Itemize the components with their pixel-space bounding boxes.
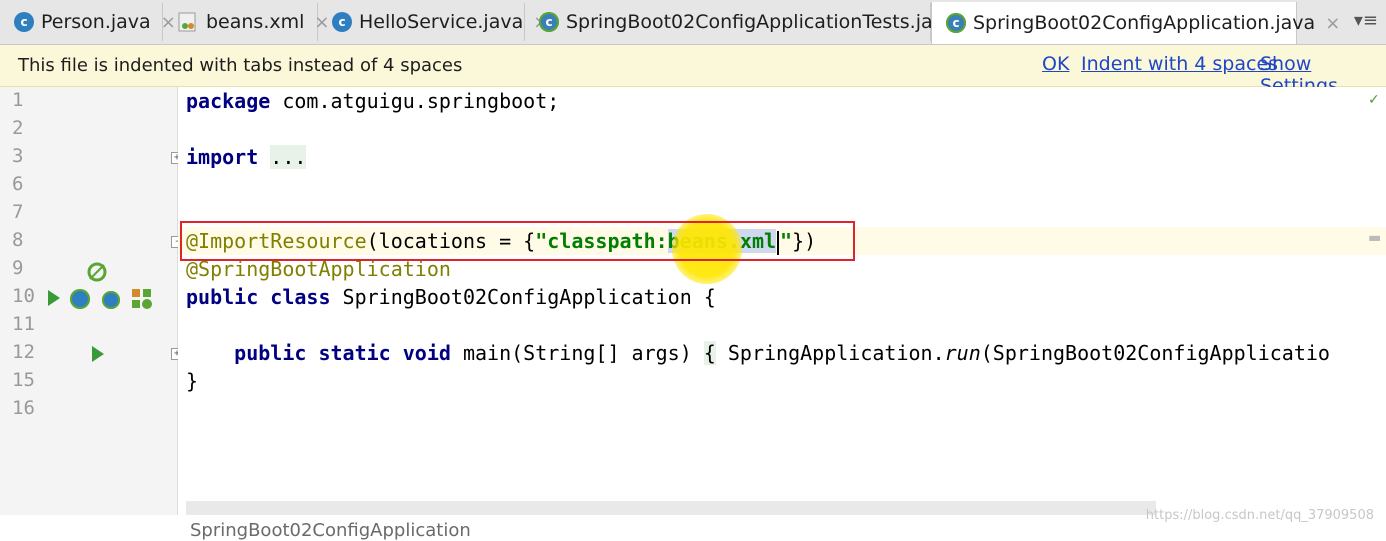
spring-config-icon[interactable]: [102, 291, 120, 309]
ok-link[interactable]: OK: [1042, 53, 1069, 75]
xml-file-icon: [177, 11, 199, 33]
tab-springboot02configapplicationtests-java[interactable]: c SpringBoot02ConfigApplicationTests.jav…: [525, 3, 981, 41]
tab-list-menu-icon[interactable]: ▾≡: [1354, 10, 1378, 31]
tab-springboot02configapplication-java[interactable]: c SpringBoot02ConfigApplication.java ×: [931, 2, 1340, 44]
editor-tab-bar: c Person.java × beans.xml × c HelloServi…: [0, 0, 1386, 45]
line-number: 7: [12, 201, 24, 223]
line-number: 15: [12, 369, 35, 391]
line-number: 3: [12, 145, 24, 167]
spring-bean-icon[interactable]: [86, 261, 107, 282]
code-line-1: package com.atguigu.springboot;: [186, 89, 560, 113]
code-line-12: public static void main(String[] args) {…: [234, 341, 1330, 365]
spring-test-class-icon: c: [539, 12, 559, 32]
line-number: 6: [12, 173, 24, 195]
code-line-3: import ...: [186, 145, 307, 169]
indent-with-4-spaces-link[interactable]: Indent with 4 spaces: [1081, 53, 1278, 75]
tab-label: SpringBoot02ConfigApplication.java: [973, 12, 1316, 34]
line-number: 12: [12, 341, 35, 363]
tab-helloservice-java[interactable]: c HelloService.java ×: [318, 3, 548, 41]
line-number: 10: [12, 285, 35, 307]
line-number: 8: [12, 229, 24, 251]
horizontal-scrollbar[interactable]: [186, 501, 1156, 515]
notification-message: This file is indented with tabs instead …: [18, 55, 463, 76]
tab-label: beans.xml: [206, 11, 305, 33]
class-icon: c: [14, 12, 34, 32]
check-icon: ✓: [1368, 92, 1380, 108]
spring-class-icon: c: [946, 13, 966, 33]
indentation-notification-bar: This file is indented with tabs instead …: [0, 45, 1386, 97]
code-editor[interactable]: package com.atguigu.springboot; import .…: [178, 87, 1386, 501]
code-line-15: }: [186, 369, 199, 393]
tab-label: Person.java: [41, 11, 151, 33]
line-number: 11: [12, 313, 35, 335]
line-number: 1: [12, 89, 24, 111]
tab-label: SpringBoot02ConfigApplicationTests.java: [566, 11, 956, 33]
spring-class-icon[interactable]: [70, 289, 90, 309]
tab-label: HelloService.java: [359, 11, 524, 33]
close-icon[interactable]: ×: [1325, 13, 1340, 34]
line-number: 16: [12, 397, 35, 419]
error-stripe-mark: ▬: [1368, 230, 1382, 246]
tab-beans-xml[interactable]: beans.xml ×: [163, 3, 330, 41]
watermark: https://blog.csdn.net/qq_37909508: [1145, 508, 1374, 523]
folded-imports[interactable]: ...: [270, 145, 307, 169]
run-icon[interactable]: [48, 290, 60, 306]
tab-person-java[interactable]: c Person.java ×: [0, 3, 176, 41]
code-line-10: public class SpringBoot02ConfigApplicati…: [186, 285, 716, 309]
class-icon: c: [332, 12, 352, 32]
line-number: 9: [12, 257, 24, 279]
annotation-highlight-box: [180, 221, 855, 261]
spring-boot-config-icon[interactable]: [131, 288, 152, 309]
line-number: 2: [12, 117, 24, 139]
breadcrumb[interactable]: SpringBoot02ConfigApplication: [190, 520, 471, 541]
run-main-icon[interactable]: [92, 346, 104, 362]
